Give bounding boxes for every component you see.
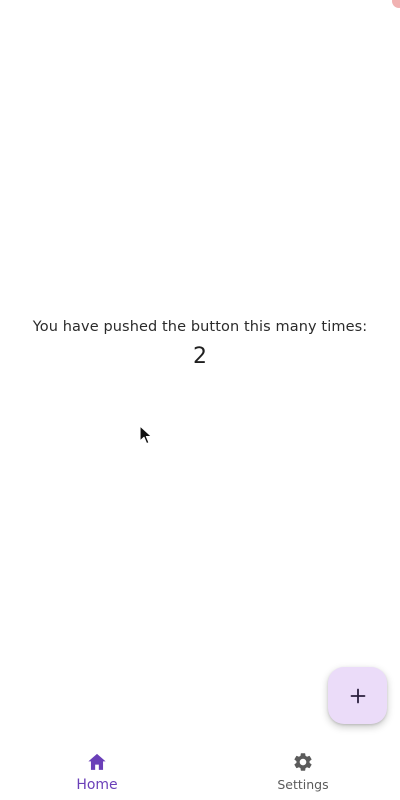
nav-label-settings: Settings bbox=[277, 777, 329, 792]
counter-value: 2 bbox=[193, 344, 207, 369]
nav-label-home: Home bbox=[76, 777, 118, 793]
plus-icon bbox=[350, 688, 365, 703]
gear-icon bbox=[292, 751, 314, 773]
nav-item-home[interactable]: Home bbox=[0, 740, 200, 800]
mouse-cursor-icon bbox=[139, 425, 153, 445]
counter-label: You have pushed the button this many tim… bbox=[32, 319, 368, 335]
bottom-navigation-bar: Home Settings bbox=[0, 740, 400, 800]
status-indicator bbox=[392, 0, 400, 8]
increment-button[interactable] bbox=[328, 667, 387, 724]
app-screen: You have pushed the button this many tim… bbox=[0, 0, 400, 800]
counter-block: You have pushed the button this many tim… bbox=[0, 318, 400, 372]
nav-item-settings[interactable]: Settings bbox=[200, 740, 400, 800]
home-icon bbox=[86, 751, 108, 773]
